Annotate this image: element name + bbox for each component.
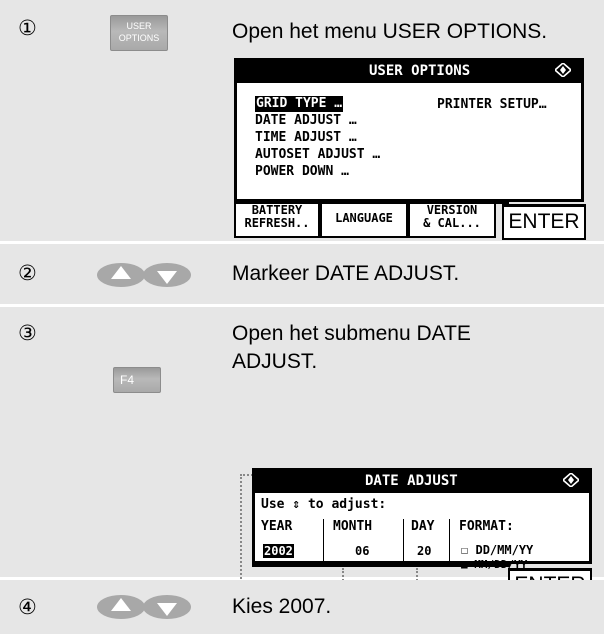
step-number: ①: [18, 16, 37, 40]
menu-item-grid-type[interactable]: GRID TYPE …: [255, 96, 344, 112]
softkey-line: REFRESH..: [244, 216, 310, 230]
format-label: DD/MM/YY: [475, 543, 534, 557]
f4-key[interactable]: F4: [113, 367, 161, 393]
format-option-dd-mm-yy[interactable]: ☐ DD/MM/YY: [461, 543, 533, 557]
column-divider: [449, 519, 450, 565]
column-divider: [323, 519, 324, 565]
step-instruction: Open het submenu DATE ADJUST.: [232, 320, 471, 376]
column-day: DAY: [411, 519, 435, 534]
key-label-line: OPTIONS: [118, 33, 160, 43]
softkey-battery-refresh[interactable]: BATTERY REFRESH..: [234, 204, 320, 238]
up-arrow-key[interactable]: [96, 260, 146, 290]
user-options-key[interactable]: USER OPTIONS: [110, 15, 168, 51]
step-number: ④: [18, 595, 37, 619]
menu-item-power-down[interactable]: POWER DOWN …: [255, 164, 349, 180]
diamond-arrows-icon: [553, 61, 573, 81]
step-row-4: ④ Kies 2007.: [0, 580, 604, 634]
down-arrow-key[interactable]: [142, 592, 192, 622]
screen-titlebar: DATE ADJUST: [255, 471, 589, 493]
step-number: ②: [18, 261, 37, 285]
softkey-language[interactable]: LANGUAGE: [320, 204, 408, 238]
month-value[interactable]: 06: [355, 544, 369, 558]
down-arrow-key[interactable]: [142, 260, 192, 290]
softkey-line: LANGUAGE: [335, 211, 393, 225]
column-year: YEAR: [261, 519, 293, 534]
screen-title: DATE ADJUST: [365, 473, 458, 489]
menu-item-date-adjust[interactable]: DATE ADJUST …: [255, 113, 357, 129]
day-value[interactable]: 20: [417, 544, 431, 558]
instruction-line: Open het submenu DATE: [232, 322, 471, 345]
step-instruction: Open het menu USER OPTIONS.: [232, 20, 548, 43]
screen-titlebar: USER OPTIONS: [237, 61, 581, 83]
key-label-line: USER: [126, 21, 152, 31]
column-format: FORMAT:: [459, 519, 514, 534]
year-value[interactable]: 2002: [263, 544, 294, 558]
screen-frame: USER OPTIONS GRID TYPE … DATE ADJUST … T…: [234, 58, 584, 202]
step-row-2: ② Markeer DATE ADJUST.: [0, 244, 604, 304]
step-number: ③: [18, 321, 37, 345]
checkbox-unchecked-icon: ☐: [461, 543, 469, 557]
adjust-instruction: Use ⇕ to adjust:: [261, 497, 387, 512]
screen-title: USER OPTIONS: [369, 63, 471, 79]
column-month: MONTH: [333, 519, 373, 534]
softkey-line: & CAL...: [423, 216, 481, 230]
user-options-screen: USER OPTIONS GRID TYPE … DATE ADJUST … T…: [234, 58, 590, 240]
up-arrow-key[interactable]: [96, 592, 146, 622]
instruction-line: ADJUST.: [232, 350, 318, 373]
menu-item-autoset-adjust[interactable]: AUTOSET ADJUST …: [255, 147, 380, 163]
softkey-version-cal[interactable]: VERSION & CAL...: [408, 204, 496, 238]
softkey-enter[interactable]: ENTER: [502, 204, 586, 240]
step-instruction: Kies 2007.: [232, 595, 332, 618]
step-instruction: Markeer DATE ADJUST.: [232, 262, 460, 285]
screen-frame: DATE ADJUST Use ⇕ to adjust: YEAR MONTH …: [252, 468, 592, 571]
menu-item-time-adjust[interactable]: TIME ADJUST …: [255, 130, 357, 146]
diamond-arrows-icon: [561, 471, 581, 491]
step-row-1: ① USER OPTIONS Open het menu USER OPTION…: [0, 0, 604, 241]
screen-divider: [252, 562, 510, 567]
menu-item-printer-setup[interactable]: PRINTER SETUP…: [437, 97, 547, 112]
column-divider: [403, 519, 404, 565]
